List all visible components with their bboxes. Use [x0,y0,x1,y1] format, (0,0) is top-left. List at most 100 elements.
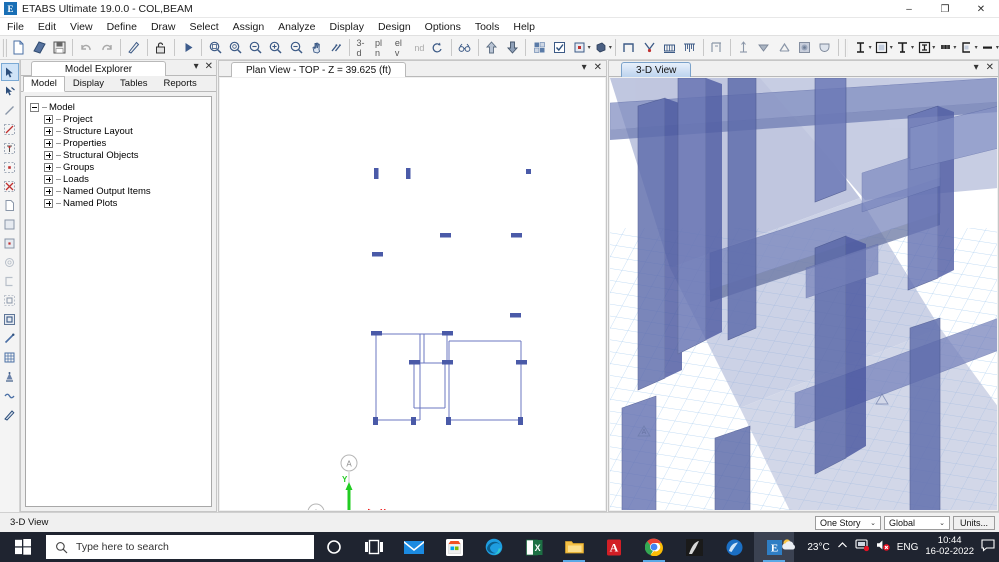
select-intersecting-line-icon[interactable] [1,120,19,138]
volume-muted-icon[interactable] [876,538,890,557]
taskbar-search-input[interactable]: Type here to search [46,535,314,559]
task-view-icon[interactable] [354,532,394,562]
toolbar-grip-2[interactable] [843,38,849,57]
model-tree[interactable]: Model Project Structure Layout Propertie… [25,96,212,507]
coordinate-system-selector[interactable]: Global ⌄ [883,515,950,530]
open-file-icon[interactable] [29,37,49,58]
deselect-all-icon[interactable] [1,177,19,195]
select-window-icon[interactable] [1,158,19,176]
select-previous-icon[interactable] [1,196,19,214]
shadow-render-icon[interactable] [591,37,611,58]
plan-view-canvas[interactable]: A 1 X Y [220,78,605,510]
rotate-3d-icon[interactable] [427,37,447,58]
section-cut-icon[interactable] [707,37,727,58]
tree-item-named-output-items[interactable]: Named Output Items [30,185,211,197]
set-display-options-icon[interactable] [549,37,569,58]
tree-expander-plus-icon[interactable] [44,174,53,184]
zoom-extents-icon[interactable] [266,37,286,58]
view-plan-label[interactable]: pl n [372,38,392,58]
tree-expander-minus-icon[interactable] [30,102,39,112]
autocad-icon[interactable] [674,532,714,562]
tree-item-properties[interactable]: Properties [30,137,211,149]
three-d-close-icon[interactable]: ✕ [986,62,994,73]
chrome-browser-icon[interactable] [634,532,674,562]
close-button[interactable]: ✕ [963,0,999,18]
edit-pencil-icon[interactable] [124,37,144,58]
menu-design[interactable]: Design [371,19,418,35]
select-by-click-icon[interactable] [1,82,19,100]
menu-file[interactable]: File [0,19,31,35]
redo-icon[interactable] [97,37,117,58]
menu-assign[interactable]: Assign [226,19,272,35]
draw-column-icon[interactable] [914,37,934,58]
maximize-button[interactable]: ❐ [927,0,963,18]
plan-view-tab[interactable]: Plan View - TOP - Z = 39.625 (ft) [231,62,407,77]
menu-analyze[interactable]: Analyze [271,19,322,35]
contour-plot-icon[interactable] [794,37,814,58]
menu-display[interactable]: Display [323,19,371,35]
story-up-icon[interactable] [482,37,502,58]
snap-point-icon[interactable] [1,329,19,347]
rubber-band-zoom-icon[interactable] [326,37,346,58]
select-point-object-icon[interactable] [1,234,19,252]
grid-snap-icon[interactable] [1,348,19,366]
cortana-icon[interactable] [314,532,354,562]
pan-hand-icon[interactable] [306,37,326,58]
tree-item-structural-objects[interactable]: Structural Objects [30,149,211,161]
tree-expander-plus-icon[interactable] [44,150,53,160]
tab-tables[interactable]: Tables [112,76,155,91]
menu-draw[interactable]: Draw [144,19,183,35]
windows-start-icon[interactable] [0,532,46,562]
draw-wall-icon[interactable] [893,37,913,58]
three-d-view-canvas[interactable]: A [610,78,997,510]
select-line-icon[interactable] [1,101,19,119]
lock-icon[interactable] [151,37,171,58]
show-hidden-icons-chevron[interactable] [837,538,848,556]
chevron-down-icon[interactable]: ⌄ [866,519,880,527]
tree-item-project[interactable]: Project [30,113,211,125]
tree-item-named-plots[interactable]: Named Plots [30,197,211,209]
tab-reports[interactable]: Reports [156,76,205,91]
undo-icon[interactable] [76,37,96,58]
plan-view-close-icon[interactable]: ✕ [594,62,602,73]
action-center-icon[interactable] [981,538,995,557]
menu-help[interactable]: Help [506,19,542,35]
language-indicator[interactable]: ENG [897,542,919,553]
zoom-previous-icon[interactable] [225,37,245,58]
pointer-select-icon[interactable] [0,63,19,81]
select-frame-icon[interactable] [1,310,19,328]
weather-sun-cloud-icon[interactable] [781,537,800,558]
menu-tools[interactable]: Tools [468,19,507,35]
select-group-icon[interactable] [1,291,19,309]
frame-assign-icon[interactable] [619,37,639,58]
deformed-shape-icon[interactable] [734,37,754,58]
excel-icon[interactable]: X [514,532,554,562]
tree-item-loads[interactable]: Loads [30,173,211,185]
zoom-all-icon[interactable] [286,37,306,58]
tree-item-groups[interactable]: Groups [30,161,211,173]
model-explorer-title[interactable]: Model Explorer [31,61,166,76]
menu-select[interactable]: Select [182,19,225,35]
menu-options[interactable]: Options [418,19,468,35]
menu-define[interactable]: Define [100,19,144,35]
select-circle-icon[interactable] [1,253,19,271]
story-down-icon[interactable] [502,37,522,58]
draw-pencil-icon[interactable] [1,405,19,423]
story-selector[interactable]: One Story ⌄ [814,515,881,530]
skype-icon[interactable] [714,532,754,562]
draw-ramp-icon[interactable] [956,37,976,58]
tree-item-model[interactable]: Model [30,101,211,113]
chevron-down-icon[interactable]: ⌄ [935,519,949,527]
design-check-icon[interactable] [814,37,834,58]
three-d-collapse-icon[interactable]: ▾ [974,62,979,73]
microsoft-store-icon[interactable] [434,532,474,562]
plan-view-collapse-icon[interactable]: ▾ [582,62,587,73]
extrude-view-icon[interactable] [569,37,589,58]
zoom-in-window-icon[interactable] [205,37,225,58]
draw-floor-icon[interactable] [872,37,892,58]
snap-perpendicular-icon[interactable] [1,367,19,385]
perspective-glasses-icon[interactable] [455,37,475,58]
edge-browser-icon[interactable] [474,532,514,562]
mode-shape-icon[interactable] [774,37,794,58]
tree-expander-plus-icon[interactable] [44,114,53,124]
